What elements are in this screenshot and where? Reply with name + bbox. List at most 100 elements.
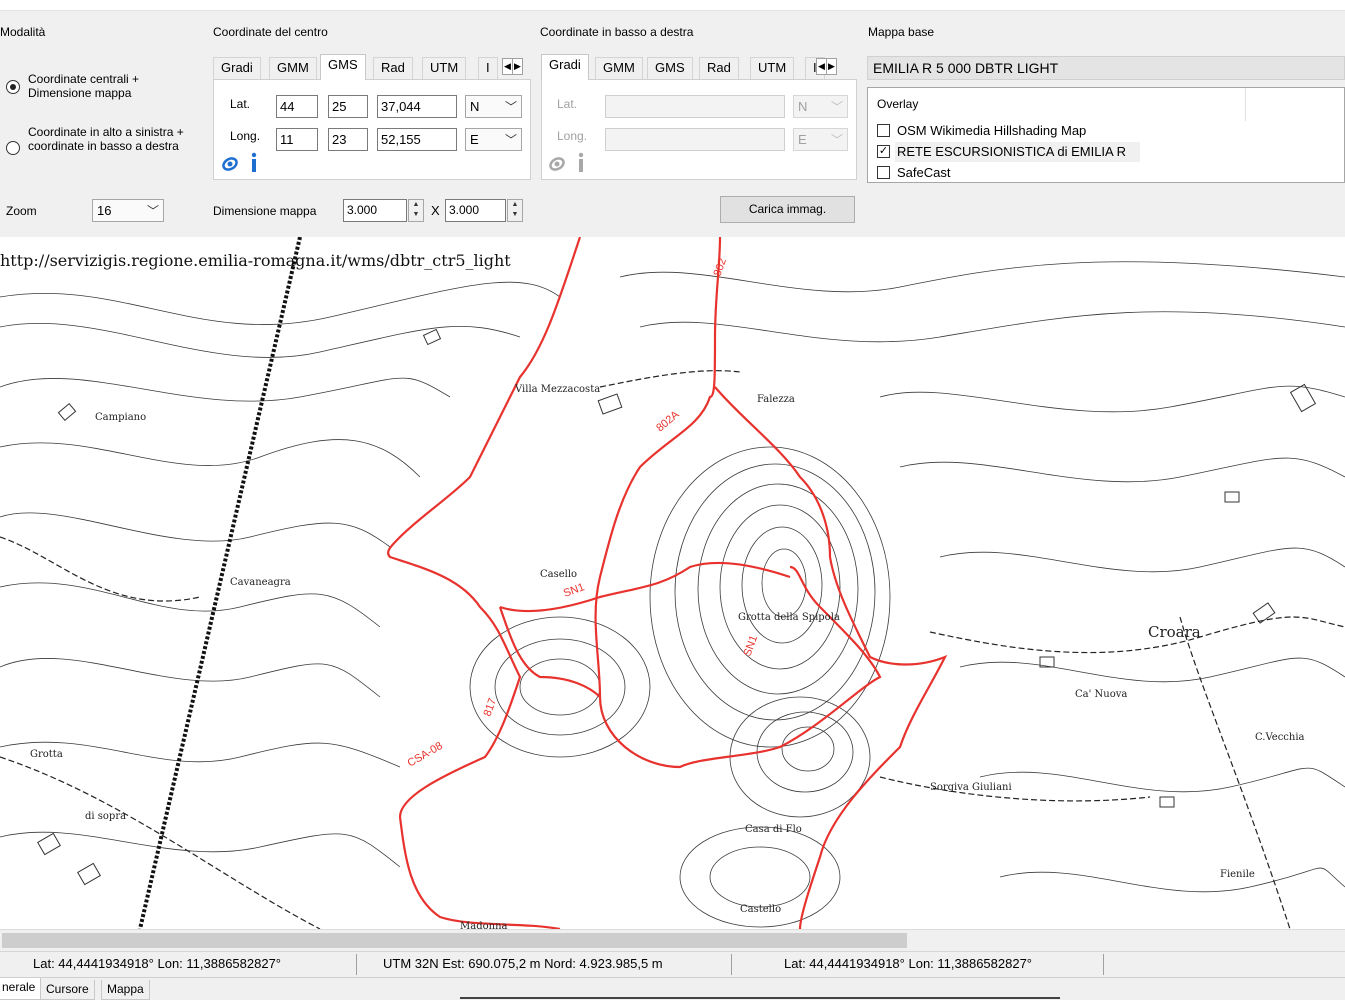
place-label-croara: Croara xyxy=(1148,623,1201,641)
bottom-right-coords-title: Coordinate in basso a destra xyxy=(540,25,694,39)
dimensione-height-spinner[interactable]: ▲ ▼ xyxy=(507,199,523,222)
overlay-label-rete: RETE ESCURSIONISTICA di EMILIA R xyxy=(897,144,1126,159)
dimensione-width-input[interactable]: 3.000 xyxy=(343,199,407,222)
dimensione-label: Dimensione mappa xyxy=(213,204,317,218)
zoom-value: 16 xyxy=(97,203,112,218)
tab-gms[interactable]: GMS xyxy=(320,54,366,80)
place-label: Falezza xyxy=(757,394,795,405)
tab-scroll-left-icon[interactable]: ◀ xyxy=(817,59,826,74)
place-label: Madonna xyxy=(460,921,508,929)
center-lat-min-input[interactable]: 25 xyxy=(328,95,368,118)
status-latlon-center: Lat: 44,4441934918° Lon: 11,3886582827° xyxy=(778,954,1104,975)
map-source-url: http://servizigis.regione.emilia-romagna… xyxy=(0,251,511,270)
map-place-labels: Villa Mezzacosta Falezza Campiano Cavane… xyxy=(30,384,1305,929)
overlay-checkbox-hillshading[interactable] xyxy=(877,124,890,137)
br-tab-gradi[interactable]: Gradi xyxy=(541,54,589,80)
center-lat-hemi-value: N xyxy=(470,99,480,114)
overlay-column-divider xyxy=(1245,88,1246,121)
center-lon-hemi-value: E xyxy=(470,132,479,147)
mappa-base-selected[interactable]: EMILIA R 5 000 DBTR LIGHT xyxy=(867,56,1345,80)
br-tab-utm[interactable]: UTM xyxy=(750,57,795,79)
chevron-down-icon: ﹀ xyxy=(830,133,843,147)
br-lon-input xyxy=(605,128,785,151)
status-latlon-cursor: Lat: 44,4441934918° Lon: 11,3886582827° xyxy=(27,954,357,975)
place-label: Fienile xyxy=(1220,869,1255,880)
br-lat-hemisphere-select: N ﹀ xyxy=(793,95,848,118)
br-lon-label: Long. xyxy=(557,129,588,143)
tab-rad[interactable]: Rad xyxy=(373,57,413,79)
trail-label: SN1 xyxy=(742,634,761,658)
place-label: Campiano xyxy=(95,412,146,423)
br-tab-gmm[interactable]: GMM xyxy=(595,57,643,79)
center-coords-title: Coordinate del centro xyxy=(213,25,328,39)
trail-label: 802 xyxy=(712,257,730,278)
dimensione-width-spinner[interactable]: ▲ ▼ xyxy=(408,199,424,222)
center-lat-deg-input[interactable]: 44 xyxy=(276,95,318,118)
radio-center-mode[interactable] xyxy=(6,80,20,94)
info-icon[interactable] xyxy=(251,152,257,172)
info-icon xyxy=(578,152,584,172)
overlay-list: Overlay OSM Wikimedia Hillshading Map ✓ … xyxy=(867,87,1345,183)
overlay-checkbox-safecast[interactable] xyxy=(877,166,890,179)
bottom-edge-line xyxy=(460,997,1060,999)
contour-lines xyxy=(0,261,1345,928)
tab-scroll-arrows[interactable]: ◀ ▶ xyxy=(502,58,523,75)
dimensione-separator: X xyxy=(431,203,440,218)
bottom-tab-generale[interactable]: nerale xyxy=(0,978,42,1000)
center-lat-hemisphere-select[interactable]: N ﹀ xyxy=(465,95,522,118)
satellite-icon xyxy=(549,157,565,171)
br-tab-rad[interactable]: Rad xyxy=(699,57,739,79)
map-canvas[interactable]: Villa Mezzacosta Falezza Campiano Cavane… xyxy=(0,237,1345,929)
dimensione-height-input[interactable]: 3.000 xyxy=(445,199,506,222)
place-label: Ca' Nuova xyxy=(1075,689,1127,700)
radio-corners-mode[interactable] xyxy=(6,141,20,155)
tab-more[interactable]: I xyxy=(478,57,498,79)
tab-scroll-right-icon[interactable]: ▶ xyxy=(512,59,522,74)
tab-utm[interactable]: UTM xyxy=(422,57,467,79)
tab-gmm[interactable]: GMM xyxy=(269,57,317,79)
satellite-icon[interactable] xyxy=(221,156,238,172)
overlay-checkbox-rete[interactable]: ✓ xyxy=(877,145,890,158)
center-lat-sec-input[interactable]: 37,044 xyxy=(377,95,457,118)
overlay-label-safecast: SafeCast xyxy=(897,165,951,180)
center-tabstrip: Gradi GMM GMS Rad UTM I ◀ ▶ xyxy=(213,54,531,80)
map-view[interactable]: Villa Mezzacosta Falezza Campiano Cavane… xyxy=(0,237,1345,929)
chevron-down-icon: ﹀ xyxy=(830,100,843,114)
bottom-tabstrip: nerale Cursore Mappa xyxy=(0,977,1345,1000)
place-label: Cavaneagra xyxy=(230,577,291,588)
center-tools-icons xyxy=(221,152,257,172)
road-lines xyxy=(0,370,1345,929)
place-label: Casa di Flo xyxy=(745,824,802,835)
chevron-down-icon: ﹀ xyxy=(504,133,517,147)
bottom-tab-mappa[interactable]: Mappa xyxy=(101,980,150,1000)
br-tab-scroll-arrows[interactable]: ◀ ▶ xyxy=(816,58,837,75)
trail-label: 802A xyxy=(654,408,682,434)
center-lon-deg-input[interactable]: 11 xyxy=(276,128,318,151)
br-tab-gms[interactable]: GMS xyxy=(647,57,693,79)
scrollbar-thumb[interactable] xyxy=(2,933,907,948)
place-label: Sorgiva Giuliani xyxy=(930,782,1012,793)
zoom-select[interactable]: 16 ﹀ xyxy=(92,199,164,222)
center-lon-hemisphere-select[interactable]: E ﹀ xyxy=(465,128,522,151)
hiking-trails xyxy=(386,237,948,929)
place-label: Castello xyxy=(740,904,781,915)
load-image-button[interactable]: Carica immag. xyxy=(720,196,855,223)
chevron-down-icon: ﹀ xyxy=(146,204,159,218)
tab-scroll-left-icon[interactable]: ◀ xyxy=(503,59,512,74)
tab-gradi[interactable]: Gradi xyxy=(213,57,261,79)
zoom-label: Zoom xyxy=(6,204,37,218)
map-horizontal-scrollbar[interactable] xyxy=(0,929,1345,950)
modalita-title: Modalità xyxy=(0,25,46,39)
center-lon-min-input[interactable]: 23 xyxy=(328,128,368,151)
trail-labels: 802 SN1 802A CSA-08 817 SN1 xyxy=(406,257,761,770)
chevron-down-icon: ﹀ xyxy=(504,100,517,114)
center-lon-sec-input[interactable]: 52,155 xyxy=(377,128,457,151)
br-lat-label: Lat. xyxy=(557,97,578,111)
br-lat-input xyxy=(605,95,785,118)
overlay-label-hillshading: OSM Wikimedia Hillshading Map xyxy=(897,123,1087,138)
tab-scroll-right-icon[interactable]: ▶ xyxy=(826,59,836,74)
bottom-tab-cursore[interactable]: Cursore xyxy=(40,980,95,1000)
status-utm: UTM 32N Est: 690.075,2 m Nord: 4.923.985… xyxy=(377,954,732,975)
br-lat-hemi-value: N xyxy=(798,99,808,114)
mappa-base-title: Mappa base xyxy=(868,25,935,39)
